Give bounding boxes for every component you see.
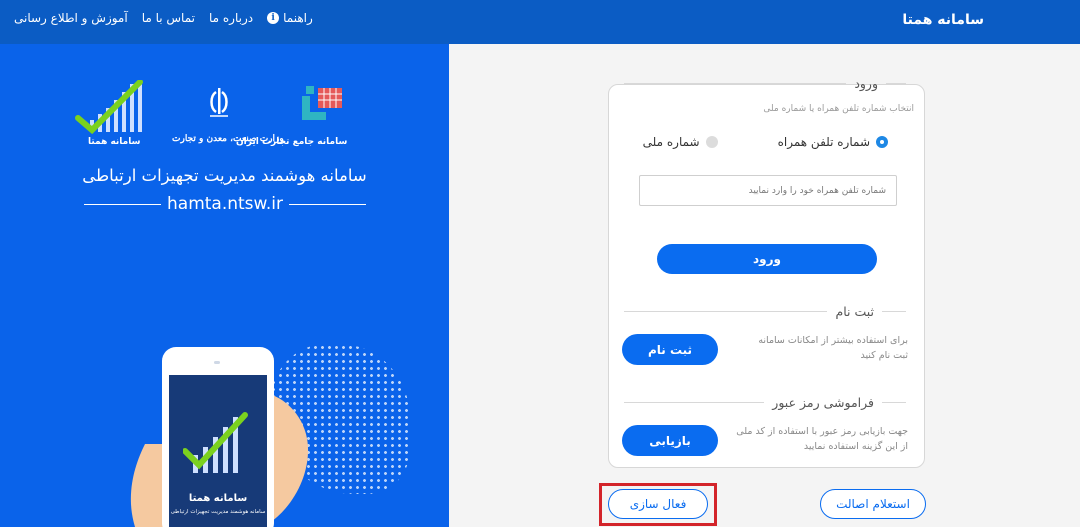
legend-line <box>624 311 828 312</box>
login-legend: ورود <box>624 76 906 91</box>
highlight-box <box>599 483 717 526</box>
hamta-logo-caption: سامانه همتا <box>88 137 141 147</box>
phone-mockup: سامانه همتا سامانه هوشمند مدیریت تجهیزات… <box>162 347 274 527</box>
nav-about[interactable]: درباره ما <box>209 11 253 25</box>
login-title: ورود <box>854 76 878 91</box>
top-bar: سامانه همتا آموزش و اطلاع رسانی تماس با … <box>0 0 1080 44</box>
info-icon: i <box>267 12 280 24</box>
phone-caption-main: سامانه همتا <box>188 493 248 504</box>
register-description: برای استفاده بیشتر از امکانات سامانه ثبت… <box>758 335 908 361</box>
recovery-button[interactable]: بازیابی <box>622 425 718 456</box>
hero-url-text: hamta.ntsw.ir <box>167 194 283 214</box>
nav-contact[interactable]: تماس با ما <box>142 11 195 25</box>
hamta-logo-icon <box>75 80 143 135</box>
top-nav: آموزش و اطلاع رسانی تماس با ما درباره ما… <box>14 11 313 25</box>
phone-screen: سامانه همتا سامانه هوشمند مدیریت تجهیزات… <box>169 375 267 527</box>
nav-training-label: آموزش و اطلاع رسانی <box>14 11 128 25</box>
legend-line <box>624 83 847 84</box>
authenticity-inquiry-button[interactable]: استعلام اصالت <box>820 489 926 519</box>
hero-title: سامانه هوشمند مدیریت تجهیزات ارتباطی <box>82 166 367 185</box>
register-title: ثبت نام <box>835 304 874 319</box>
divider-line <box>84 203 161 205</box>
login-hint: انتخاب شماره تلفن همراه یا شماره ملی <box>763 104 914 114</box>
login-card: ورود انتخاب شماره تلفن همراه یا شماره مل… <box>608 76 925 468</box>
phone-caption-sub: سامانه هوشمند مدیریت تجهیزات ارتباطی <box>170 509 266 515</box>
nav-help[interactable]: راهنما i <box>267 11 313 25</box>
radio-checked-icon <box>876 136 888 148</box>
recovery-title: فراموشی رمز عبور <box>772 395 874 410</box>
hero-panel: سامانه جامع تجارت ایران وزارت صنعت، معدن… <box>0 44 449 527</box>
login-button[interactable]: ورود <box>657 244 877 274</box>
site-brand[interactable]: سامانه همتا <box>902 12 984 28</box>
radio-national-label: شماره ملی <box>642 135 700 149</box>
register-legend: ثبت نام <box>624 304 906 319</box>
mobile-number-input[interactable] <box>639 175 897 206</box>
recovery-legend: فراموشی رمز عبور <box>624 395 906 410</box>
nav-about-label: درباره ما <box>209 11 254 25</box>
legend-line <box>882 402 906 403</box>
radio-national-id[interactable]: شماره ملی <box>643 135 718 149</box>
legend-line <box>882 311 906 312</box>
emblem-icon <box>210 88 228 117</box>
legend-line <box>886 83 906 84</box>
phone-speaker <box>214 361 220 364</box>
recovery-description: جهت بازیابی رمز عبور با استفاده از کد مل… <box>736 426 908 452</box>
phone-chart-icon <box>183 412 248 473</box>
nav-help-label: راهنما <box>283 11 313 25</box>
register-button[interactable]: ثبت نام <box>622 334 718 365</box>
radio-mobile[interactable]: شماره تلفن همراه <box>778 135 888 149</box>
legend-line <box>624 402 765 403</box>
trade-logo-icon <box>302 86 342 120</box>
login-type-radios: شماره ملی شماره تلفن همراه <box>643 135 888 149</box>
radio-unchecked-icon <box>705 136 718 148</box>
radio-mobile-label: شماره تلفن همراه <box>777 135 870 149</box>
nav-training[interactable]: آموزش و اطلاع رسانی <box>14 11 128 25</box>
divider-line <box>289 203 366 205</box>
nav-contact-label: تماس با ما <box>141 11 195 25</box>
hero-url: hamta.ntsw.ir <box>84 194 366 214</box>
ministry-logo-caption: وزارت صنعت، معدن و تجارت <box>172 134 284 144</box>
